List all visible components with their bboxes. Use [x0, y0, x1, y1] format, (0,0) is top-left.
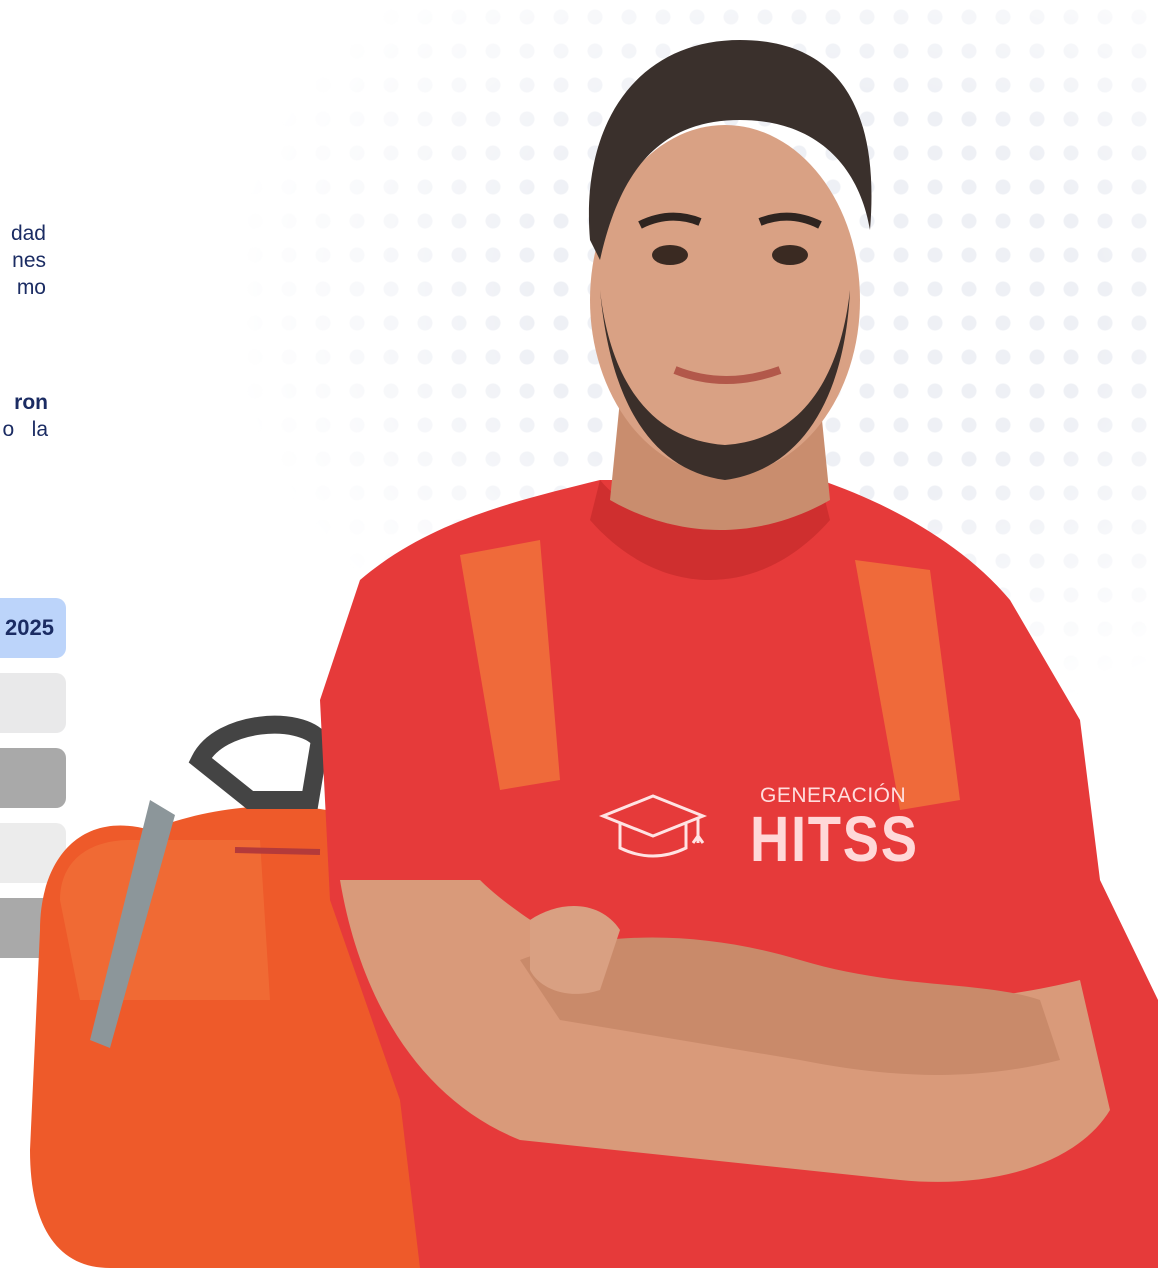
student-photo: [30, 40, 1158, 1268]
head-image: [588, 40, 872, 530]
graduation-cap-icon: [598, 794, 708, 858]
shirt-logo: GENERACIÓN HITSS: [598, 780, 938, 880]
logo-title: HITSS: [750, 803, 919, 875]
